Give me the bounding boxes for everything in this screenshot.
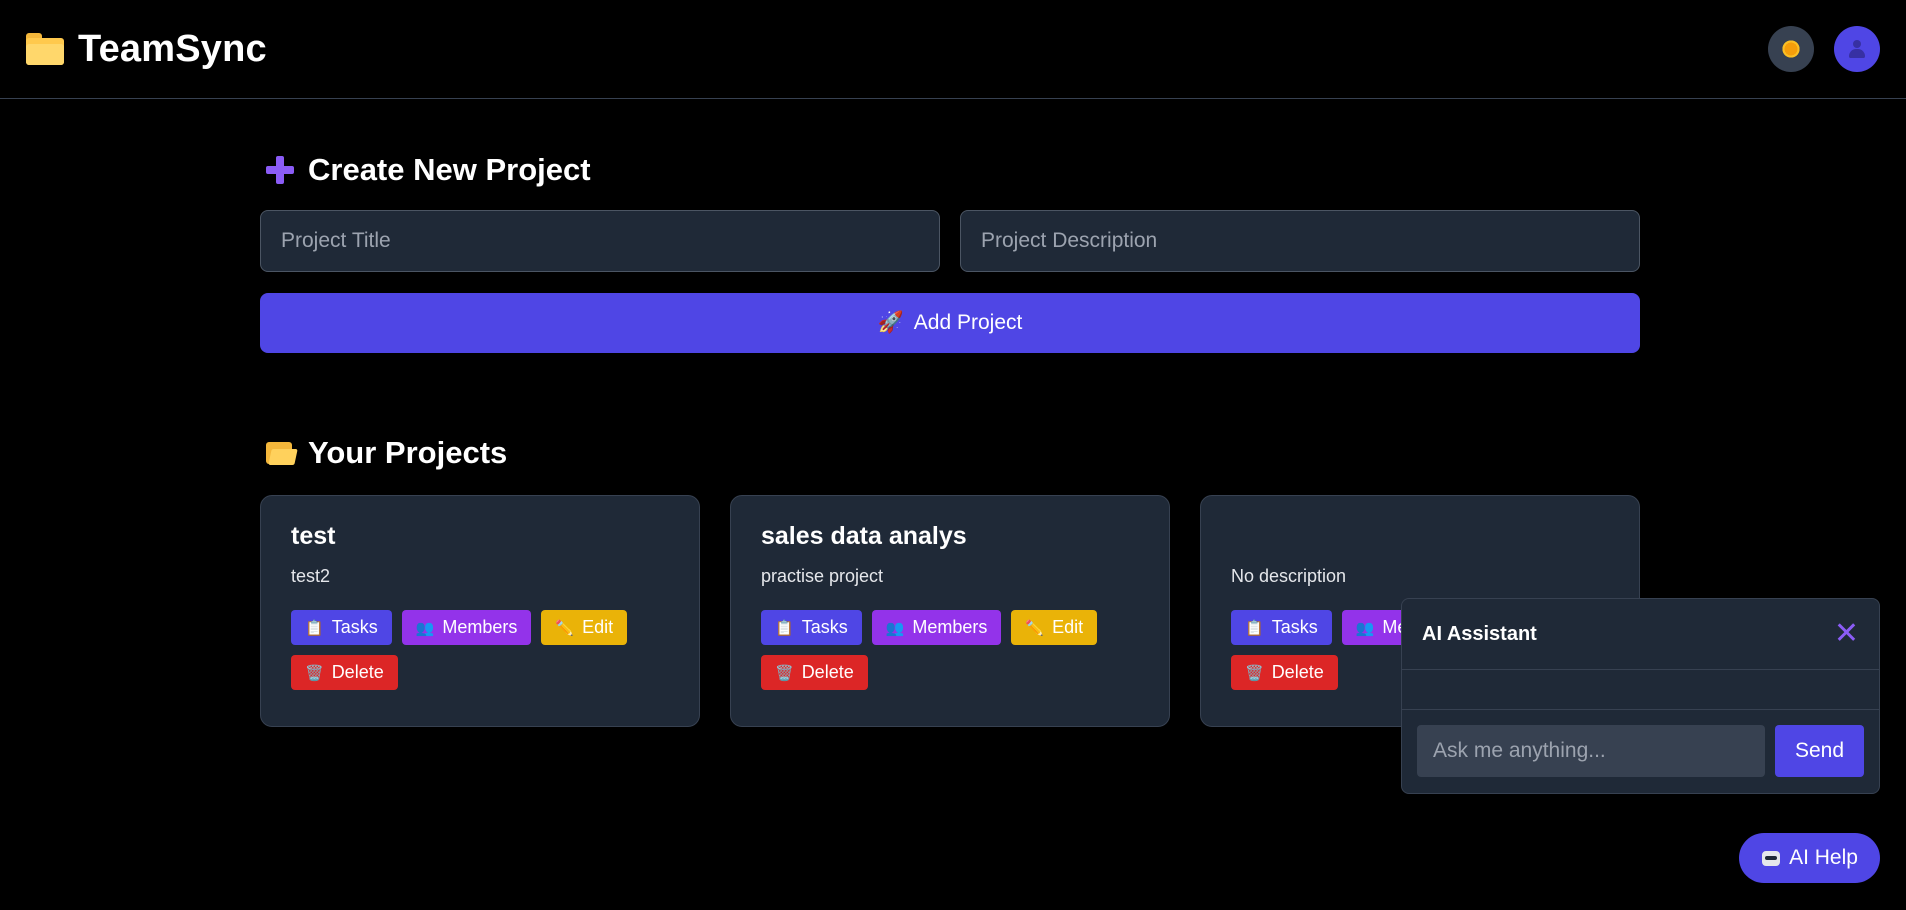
- user-profile-button[interactable]: [1834, 26, 1880, 72]
- delete-label: Delete: [801, 662, 854, 682]
- edit-label: Edit: [582, 617, 614, 637]
- open-folder-icon: [266, 440, 298, 466]
- trash-icon: 🗑️: [1245, 664, 1264, 682]
- ai-question-input[interactable]: [1417, 725, 1765, 777]
- project-description: test2: [291, 566, 331, 586]
- clipboard-icon: 📋: [305, 619, 324, 637]
- rocket-icon: 🚀: [877, 311, 904, 334]
- clipboard-icon: 📋: [775, 619, 794, 637]
- projects-title: Your Projects: [308, 435, 508, 470]
- project-name: [1231, 522, 1609, 556]
- folder-icon: [26, 33, 64, 65]
- delete-button[interactable]: 🗑️ Delete: [291, 655, 398, 690]
- pencil-icon: ✏️: [1025, 619, 1045, 637]
- add-project-button[interactable]: 🚀 Add Project: [260, 293, 1640, 353]
- tasks-button[interactable]: 📋 Tasks: [761, 610, 862, 645]
- project-name: sales data analys: [761, 522, 967, 550]
- send-button[interactable]: Send: [1775, 725, 1864, 777]
- tasks-label: Tasks: [1271, 617, 1318, 637]
- project-description-input[interactable]: [960, 210, 1640, 272]
- robot-icon: [1761, 849, 1781, 867]
- project-card: sales data analys practise project 📋 Task…: [730, 495, 1170, 727]
- members-label: Members: [442, 617, 518, 637]
- tasks-label: Tasks: [331, 617, 378, 637]
- tasks-label: Tasks: [801, 617, 848, 637]
- ai-assistant-header: AI Assistant ✕: [1402, 599, 1879, 670]
- members-icon: 👥: [885, 619, 905, 637]
- clipboard-icon: 📋: [1245, 619, 1264, 637]
- pencil-icon: ✏️: [555, 619, 575, 637]
- edit-button[interactable]: ✏️ Edit: [1011, 610, 1098, 645]
- project-description: practise project: [761, 566, 884, 586]
- edit-label: Edit: [1052, 617, 1084, 637]
- brand: TeamSync: [26, 28, 267, 71]
- edit-button[interactable]: ✏️ Edit: [541, 610, 628, 645]
- delete-button[interactable]: 🗑️ Delete: [761, 655, 868, 690]
- add-project-label: Add Project: [913, 311, 1023, 334]
- members-button[interactable]: 👥 Members: [871, 610, 1002, 645]
- theme-toggle-button[interactable]: [1768, 26, 1814, 72]
- members-icon: 👥: [415, 619, 435, 637]
- ai-message-area: [1402, 670, 1879, 710]
- top-navigation: TeamSync: [0, 0, 1906, 99]
- project-form: [260, 210, 1640, 272]
- delete-label: Delete: [331, 662, 384, 682]
- ai-assistant-panel: AI Assistant ✕ Send: [1401, 598, 1880, 794]
- project-description: No description: [1231, 566, 1347, 586]
- user-icon: [1847, 39, 1867, 59]
- members-icon: 👥: [1355, 619, 1375, 637]
- app-title: TeamSync: [78, 27, 267, 70]
- tasks-button[interactable]: 📋 Tasks: [1231, 610, 1332, 645]
- members-button[interactable]: 👥 Members: [401, 610, 532, 645]
- trash-icon: 🗑️: [775, 664, 794, 682]
- trash-icon: 🗑️: [305, 664, 324, 682]
- close-icon[interactable]: ✕: [1834, 619, 1859, 649]
- tasks-button[interactable]: 📋 Tasks: [291, 610, 392, 645]
- create-project-section: Create New Project 🚀 Add Project: [260, 140, 1640, 353]
- project-actions: 📋 Tasks 👥 Members ✏️ Edit 🗑️ Delete: [761, 610, 1141, 690]
- plus-icon: [264, 154, 296, 186]
- ai-assistant-title: AI Assistant: [1422, 622, 1537, 645]
- project-name: test: [291, 522, 336, 550]
- create-project-title: Create New Project: [308, 152, 591, 187]
- ai-help-button[interactable]: AI Help: [1739, 833, 1880, 883]
- delete-button[interactable]: 🗑️ Delete: [1231, 655, 1338, 690]
- sun-icon: [1781, 39, 1801, 59]
- ai-input-row: Send: [1402, 710, 1879, 792]
- header-actions: [1768, 26, 1880, 72]
- members-label: Members: [912, 617, 988, 637]
- section-title: Create New Project: [260, 140, 1640, 200]
- project-actions: 📋 Tasks 👥 Members ✏️ Edit 🗑️ Delete: [291, 610, 671, 690]
- ai-help-label: AI Help: [1789, 846, 1858, 869]
- section-title: Your Projects: [260, 423, 1640, 483]
- project-card: test test2 📋 Tasks 👥 Members ✏️ Edit 🗑️ Dele…: [260, 495, 700, 727]
- project-title-input[interactable]: [260, 210, 940, 272]
- delete-label: Delete: [1271, 662, 1324, 682]
